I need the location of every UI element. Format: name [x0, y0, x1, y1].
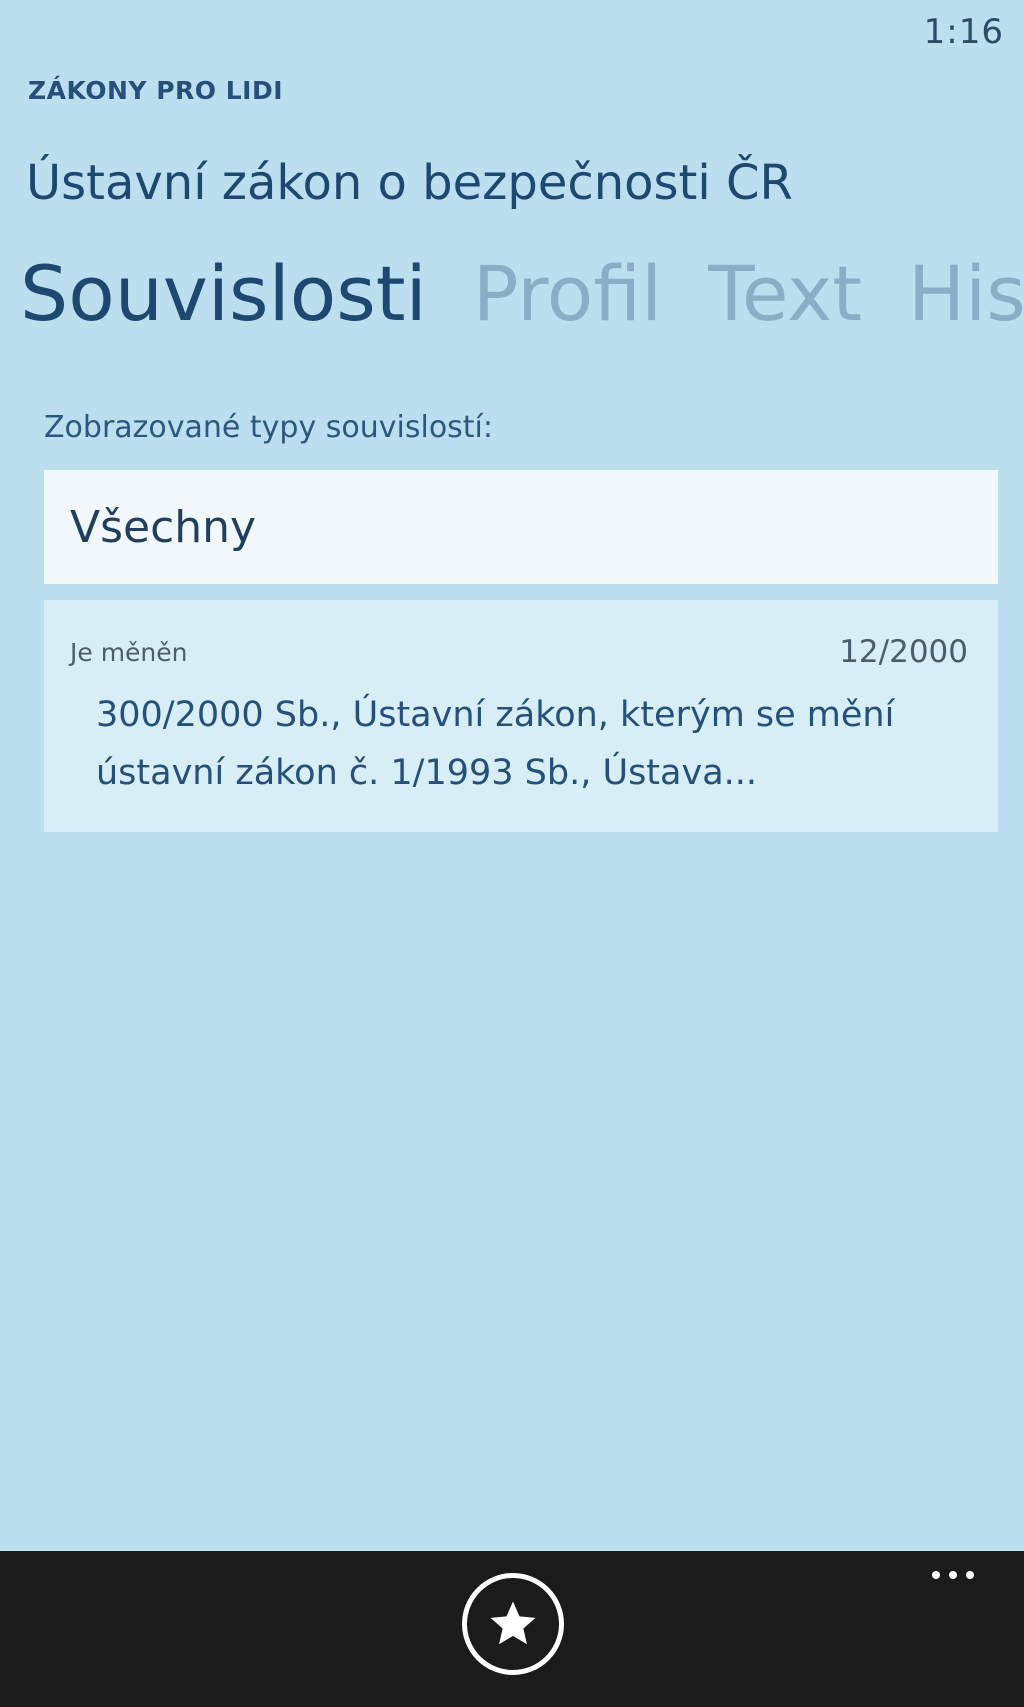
relation-list-item[interactable]: Je měněn 12/2000 300/2000 Sb., Ústavní z… — [44, 600, 998, 832]
relation-type-picker[interactable]: Všechny — [44, 470, 998, 584]
tab-historie[interactable]: Hist — [908, 256, 1024, 332]
pivot-tabs: Souvislosti Profil Text Hist — [20, 256, 1024, 332]
more-menu-button[interactable] — [932, 1571, 974, 1579]
star-icon — [490, 1601, 536, 1645]
tab-profil[interactable]: Profil — [473, 256, 663, 332]
filter-label: Zobrazované typy souvislostí: — [44, 410, 494, 445]
picker-value: Všechny — [70, 501, 257, 553]
relation-text: 300/2000 Sb., Ústavní zákon, kterým se m… — [96, 695, 895, 793]
favorite-button[interactable] — [462, 1573, 564, 1675]
tab-text[interactable]: Text — [708, 256, 862, 332]
app-name: ZÁKONY PRO LIDI — [28, 76, 284, 105]
tab-souvislosti[interactable]: Souvislosti — [20, 256, 427, 332]
page-title: Ústavní zákon o bezpečnosti ČR — [26, 155, 793, 211]
screen: 1:16 ZÁKONY PRO LIDI Ústavní zákon o bez… — [0, 0, 1024, 1707]
ellipsis-icon — [932, 1571, 940, 1579]
status-time: 1:16 — [923, 12, 1004, 52]
app-bar — [0, 1551, 1024, 1707]
relation-type: Je měněn — [70, 638, 188, 667]
relation-date: 12/2000 — [839, 634, 968, 670]
